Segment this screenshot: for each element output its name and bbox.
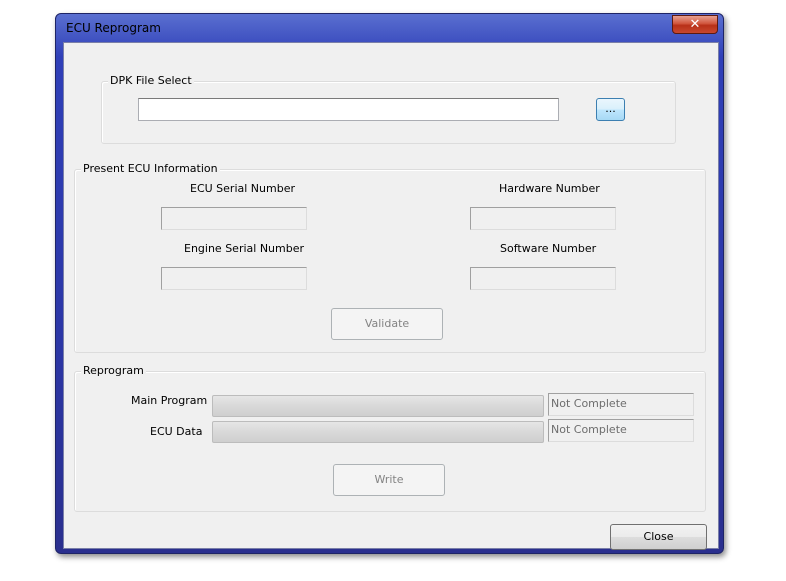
hardware-number-field (470, 207, 616, 230)
dpk-group-label: DPK File Select (108, 74, 194, 87)
reprogram-group: Reprogram Main Program Not Complete ECU … (74, 364, 706, 512)
main-program-progress-bar (212, 395, 544, 417)
ecu-serial-number-label: ECU Serial Number (190, 182, 295, 195)
main-program-label: Main Program (131, 394, 208, 407)
window-title: ECU Reprogram (66, 21, 161, 35)
software-number-field (470, 267, 616, 290)
hardware-number-label: Hardware Number (499, 182, 600, 195)
present-ecu-information-group: Present ECU Information ECU Serial Numbe… (74, 162, 706, 353)
dpk-file-select-group: DPK File Select ... (101, 74, 676, 144)
ecu-info-group-label: Present ECU Information (81, 162, 220, 175)
dpk-file-path-input[interactable] (138, 98, 559, 121)
close-icon: ✕ (689, 17, 701, 32)
software-number-label: Software Number (500, 242, 597, 255)
title-bar[interactable]: ECU Reprogram ✕ (56, 14, 723, 42)
write-button[interactable]: Write (333, 464, 445, 496)
main-program-status: Not Complete (548, 393, 694, 416)
validate-button[interactable]: Validate (331, 308, 443, 340)
ecu-data-label: ECU Data (150, 425, 203, 438)
dialog-client-area: DPK File Select ... Present ECU Informat… (63, 42, 719, 550)
ecu-serial-number-field (161, 207, 307, 230)
close-button[interactable]: Close (610, 524, 707, 550)
engine-serial-number-field (161, 267, 307, 290)
engine-serial-number-label: Engine Serial Number (184, 242, 305, 255)
ecu-data-progress-bar (212, 421, 544, 443)
browse-button[interactable]: ... (596, 98, 625, 121)
reprogram-group-label: Reprogram (81, 364, 146, 377)
ecu-reprogram-window: ECU Reprogram ✕ DPK File Select ... Pres… (55, 13, 724, 554)
window-close-button[interactable]: ✕ (672, 15, 718, 34)
ecu-data-status: Not Complete (548, 419, 694, 442)
